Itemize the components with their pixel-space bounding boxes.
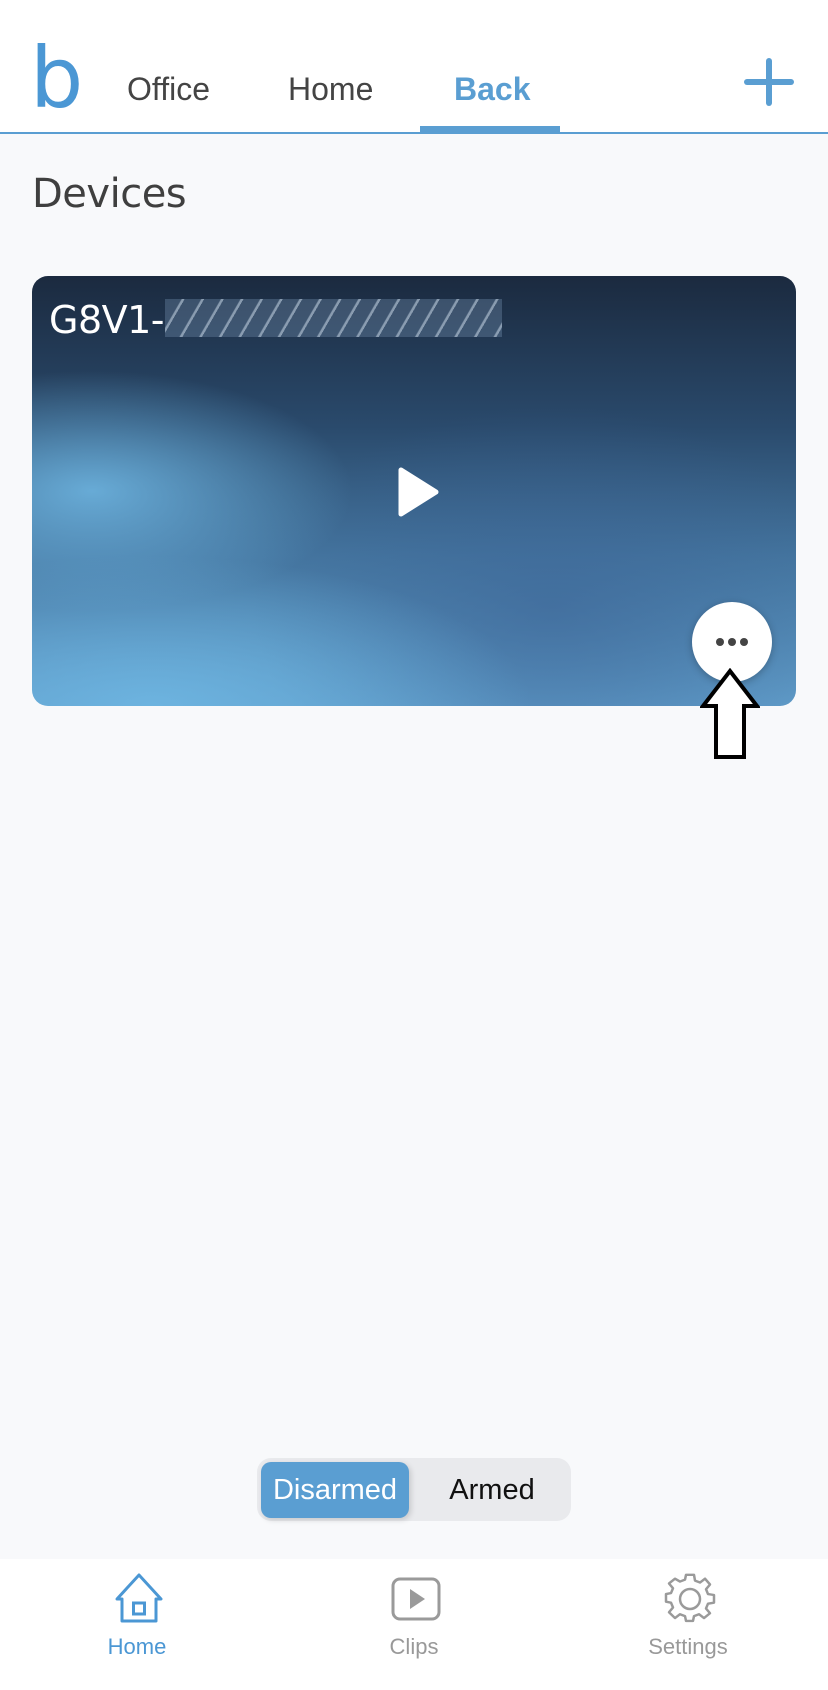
nav-clips-label: Clips (389, 1634, 439, 1659)
home-icon (115, 1573, 163, 1623)
nav-home[interactable]: Home (57, 1559, 217, 1690)
redacted-device-id (165, 299, 502, 337)
tab-office[interactable]: Office (127, 70, 210, 108)
disarmed-option[interactable]: Disarmed (261, 1462, 409, 1518)
arm-mode-toggle: Disarmed Armed (257, 1458, 571, 1521)
nav-settings[interactable]: Settings (608, 1559, 768, 1690)
more-horizontal-icon (714, 638, 750, 646)
add-button[interactable] (744, 58, 794, 106)
clips-play-icon (391, 1577, 441, 1621)
armed-option[interactable]: Armed (417, 1462, 567, 1518)
app-logo: b (30, 29, 84, 127)
active-tab-indicator (420, 126, 560, 133)
bottom-nav: Home Clips Settings (0, 1559, 828, 1690)
nav-settings-label: Settings (648, 1634, 728, 1659)
top-header: b Office Home Back (0, 0, 828, 134)
nav-clips[interactable]: Clips (334, 1559, 494, 1690)
play-button[interactable] (397, 467, 439, 517)
section-title: Devices (32, 171, 187, 217)
more-options-button[interactable] (692, 602, 772, 682)
plus-icon (744, 58, 794, 106)
device-name: G8V1- (49, 298, 165, 342)
tab-home[interactable]: Home (288, 70, 373, 108)
nav-home-label: Home (107, 1634, 167, 1659)
play-icon (398, 467, 439, 517)
device-card[interactable]: G8V1- (32, 276, 796, 706)
tab-back[interactable]: Back (454, 70, 531, 108)
gear-icon (664, 1573, 716, 1623)
